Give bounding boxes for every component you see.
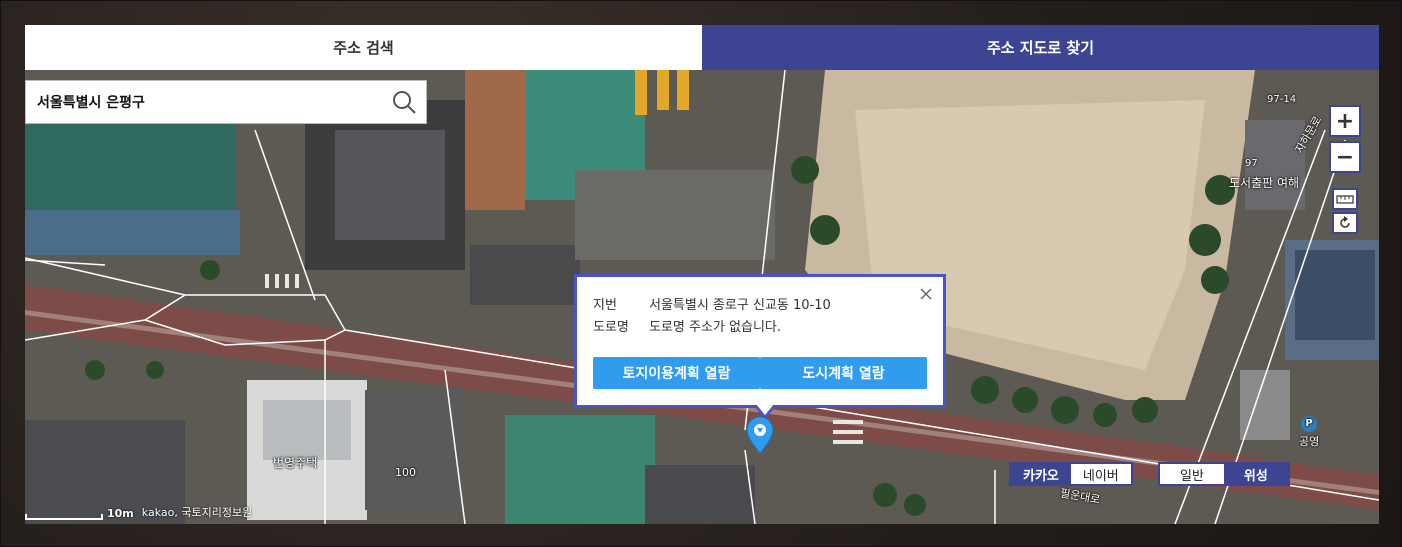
tab-address-search-label: 주소 검색	[333, 39, 394, 57]
land-use-plan-button[interactable]: 토지이용계획 열람	[593, 357, 760, 389]
ruler-button[interactable]	[1332, 188, 1358, 210]
refresh-icon	[1340, 216, 1350, 228]
minus-icon: −	[1335, 144, 1355, 170]
popup-key-jibun: 지번	[593, 298, 617, 313]
map-type-option-satellite[interactable]: 위성	[1223, 464, 1288, 484]
tab-address-map-label: 주소 지도로 찾기	[986, 39, 1095, 57]
zoom-controls: + −	[1329, 105, 1361, 173]
zoom-out-button[interactable]: −	[1329, 141, 1361, 173]
map-scale: 10m kakao, 국토지리정보원	[25, 504, 252, 520]
scale-bar	[25, 514, 103, 520]
map-search-input[interactable]	[26, 81, 382, 123]
tab-address-search[interactable]: 주소 검색	[25, 25, 702, 70]
popup-value-road: 도로명 주소가 없습니다.	[649, 320, 781, 335]
popup-row-jibun: 지번 서울특별시 종로구 신교동 10-10	[593, 295, 927, 317]
city-plan-button[interactable]: 도시계획 열람	[760, 357, 927, 389]
map-label-shop: 도서출판 여해	[1229, 176, 1300, 190]
map-label-address-number-1: 97-14	[1267, 94, 1297, 105]
reset-button[interactable]	[1332, 212, 1358, 234]
search-icon	[393, 91, 416, 114]
satellite-map[interactable]: 번영주택 100 97-14 97 도서출판 여해 자하문로 필운대로 P 공영…	[25, 70, 1379, 524]
popup-tail-inner	[756, 404, 774, 415]
map-provider-toggle: 카카오 네이버	[1009, 462, 1133, 486]
map-label-address-number-2: 97	[1245, 158, 1258, 169]
map-type-option-normal[interactable]: 일반	[1160, 464, 1224, 484]
map-tool-controls	[1332, 188, 1358, 234]
scale-distance: 10m	[107, 507, 134, 520]
zoom-in-button[interactable]: +	[1329, 105, 1361, 137]
search-button[interactable]	[382, 80, 426, 124]
popup-value-jibun: 서울특별시 종로구 신교동 10-10	[649, 298, 831, 313]
location-marker-icon[interactable]	[746, 416, 774, 454]
popup-buttons: 토지이용계획 열람 도시계획 열람	[593, 357, 927, 389]
tab-address-map[interactable]: 주소 지도로 찾기	[702, 25, 1379, 78]
tab-bar: 주소 검색 주소 지도로 찾기	[25, 25, 1379, 78]
popup-row-road: 도로명 도로명 주소가 없습니다.	[593, 317, 927, 339]
provider-option-kakao[interactable]: 카카오	[1011, 464, 1071, 484]
provider-option-naver[interactable]: 네이버	[1070, 464, 1131, 484]
close-icon	[920, 288, 932, 300]
map-search-box	[25, 80, 427, 124]
location-info-popup: 지번 서울특별시 종로구 신교동 10-10 도로명 도로명 주소가 없습니다.…	[574, 274, 946, 419]
map-type-toggle: 일반 위성	[1158, 462, 1290, 486]
ruler-icon	[1336, 195, 1354, 204]
page-frame: 주소 검색 주소 지도로 찾기 번영주택 100 97-14 97 도서출판 여…	[0, 0, 1402, 547]
popup-key-road: 도로명	[593, 320, 629, 335]
map-copyright: kakao, 국토지리정보원	[141, 506, 253, 519]
parking-icon: P	[1301, 416, 1317, 432]
map-label-parking: 공영	[1299, 435, 1320, 448]
popup-close-button[interactable]	[917, 285, 935, 303]
map-label-building-number: 100	[395, 466, 416, 479]
plus-icon: +	[1335, 108, 1355, 134]
map-label-building: 번영주택	[273, 456, 318, 470]
